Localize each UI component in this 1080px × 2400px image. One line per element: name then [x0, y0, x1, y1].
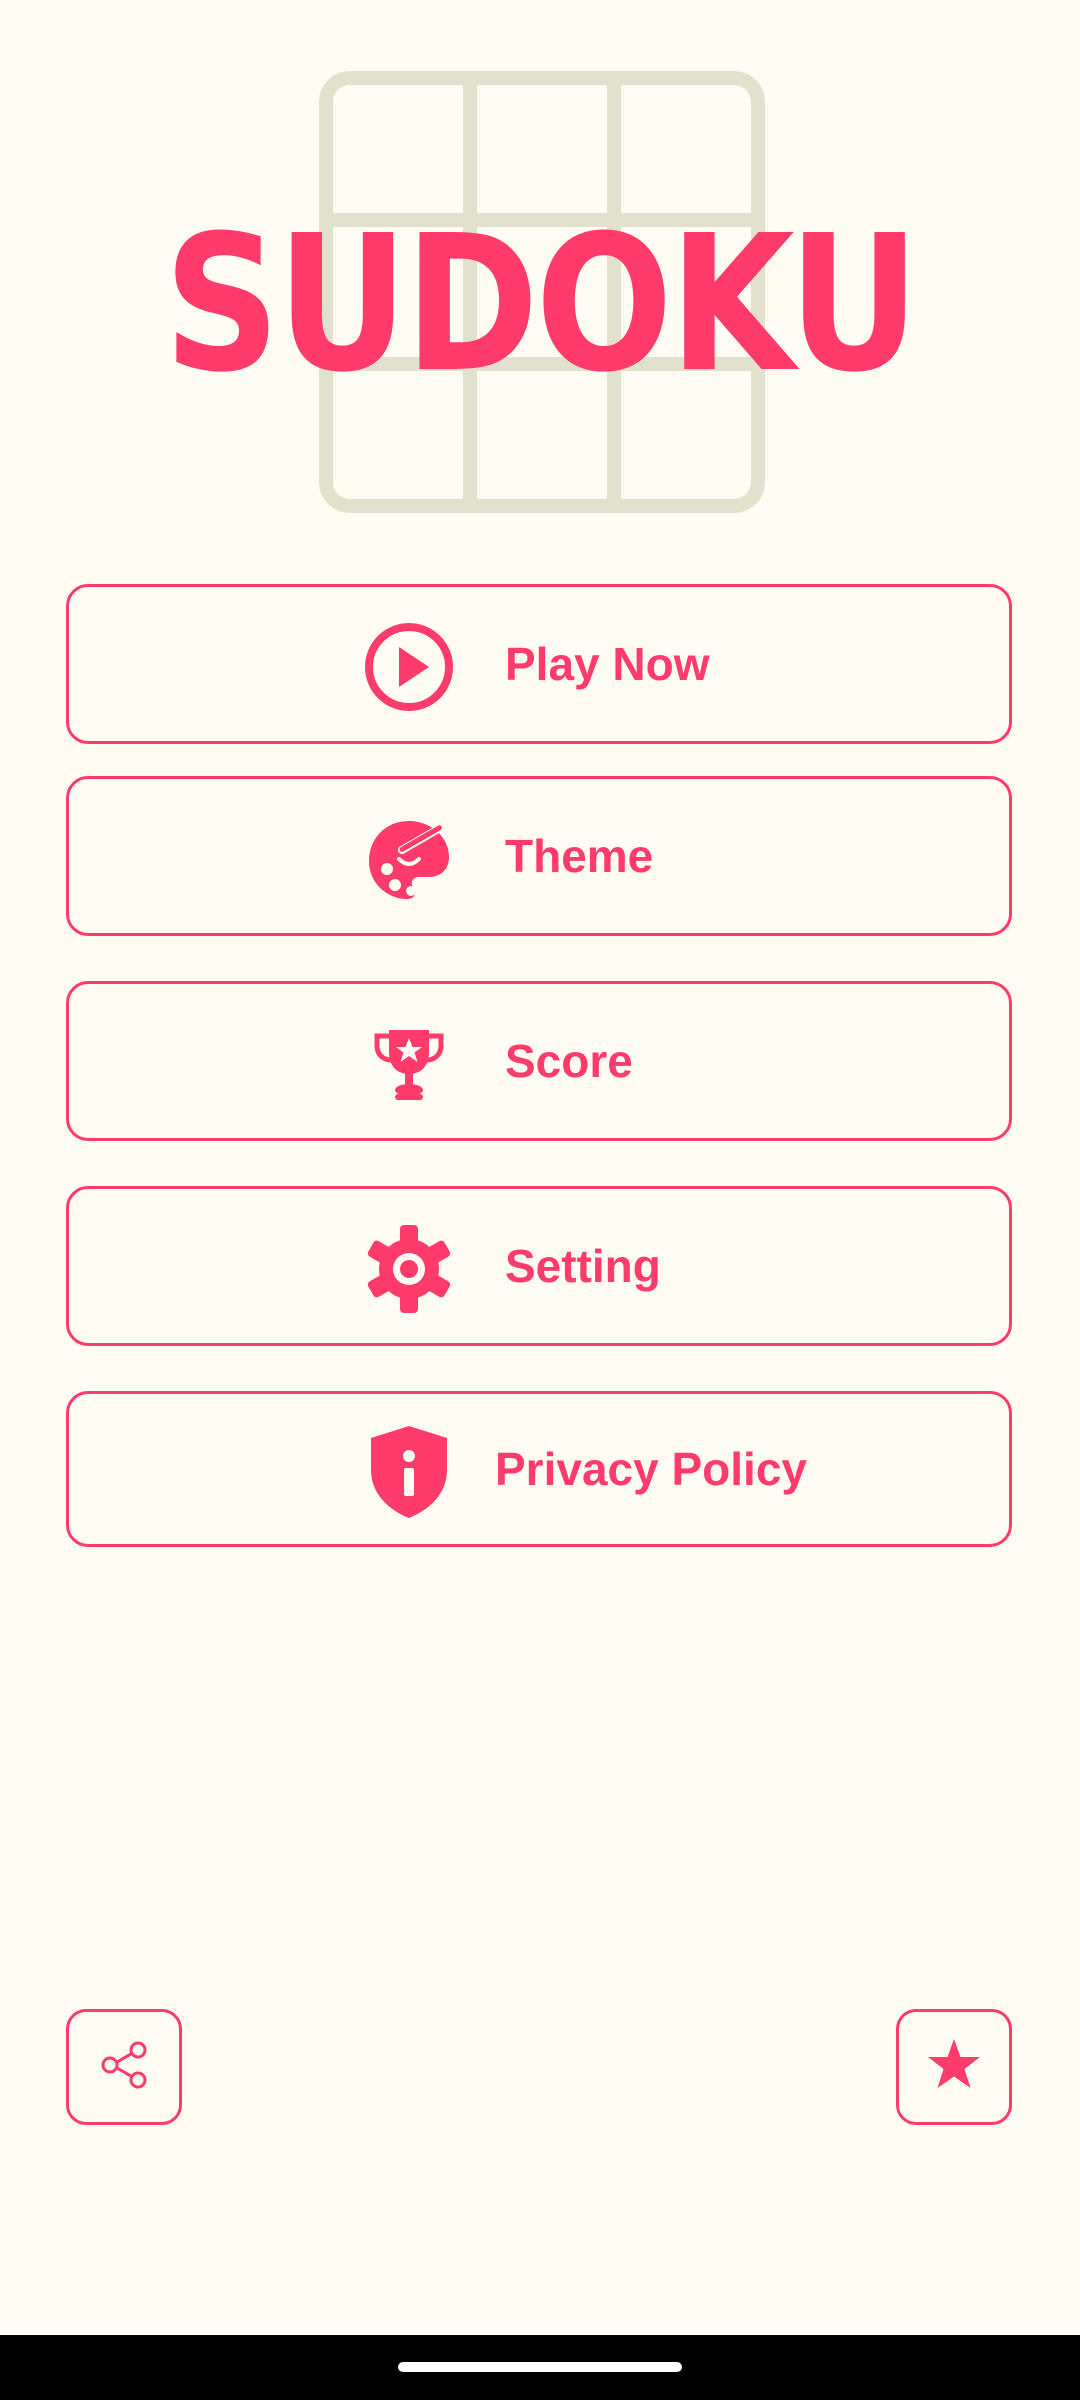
share-button[interactable] — [66, 2009, 182, 2125]
share-icon — [98, 2039, 150, 2096]
theme-label: Theme — [505, 830, 654, 882]
trophy-icon — [359, 1014, 459, 1114]
privacy-policy-label: Privacy Policy — [495, 1443, 807, 1495]
rate-button[interactable] — [896, 2009, 1012, 2125]
star-icon — [925, 2036, 983, 2099]
setting-label: Setting — [505, 1240, 661, 1292]
score-button[interactable]: Score — [66, 981, 1012, 1141]
play-now-label: Play Now — [505, 638, 710, 690]
home-gesture-handle[interactable] — [398, 2362, 682, 2372]
play-now-button[interactable]: Play Now — [66, 584, 1012, 744]
gear-icon — [359, 1219, 459, 1319]
setting-button[interactable]: Setting — [66, 1186, 1012, 1346]
shield-info-icon — [359, 1422, 459, 1522]
palette-icon — [359, 809, 459, 909]
privacy-policy-button[interactable]: Privacy Policy — [66, 1391, 1012, 1547]
theme-button[interactable]: Theme — [66, 776, 1012, 936]
score-label: Score — [505, 1035, 633, 1087]
app-title: SUDOKU — [163, 195, 920, 414]
play-circle-icon — [359, 617, 459, 717]
